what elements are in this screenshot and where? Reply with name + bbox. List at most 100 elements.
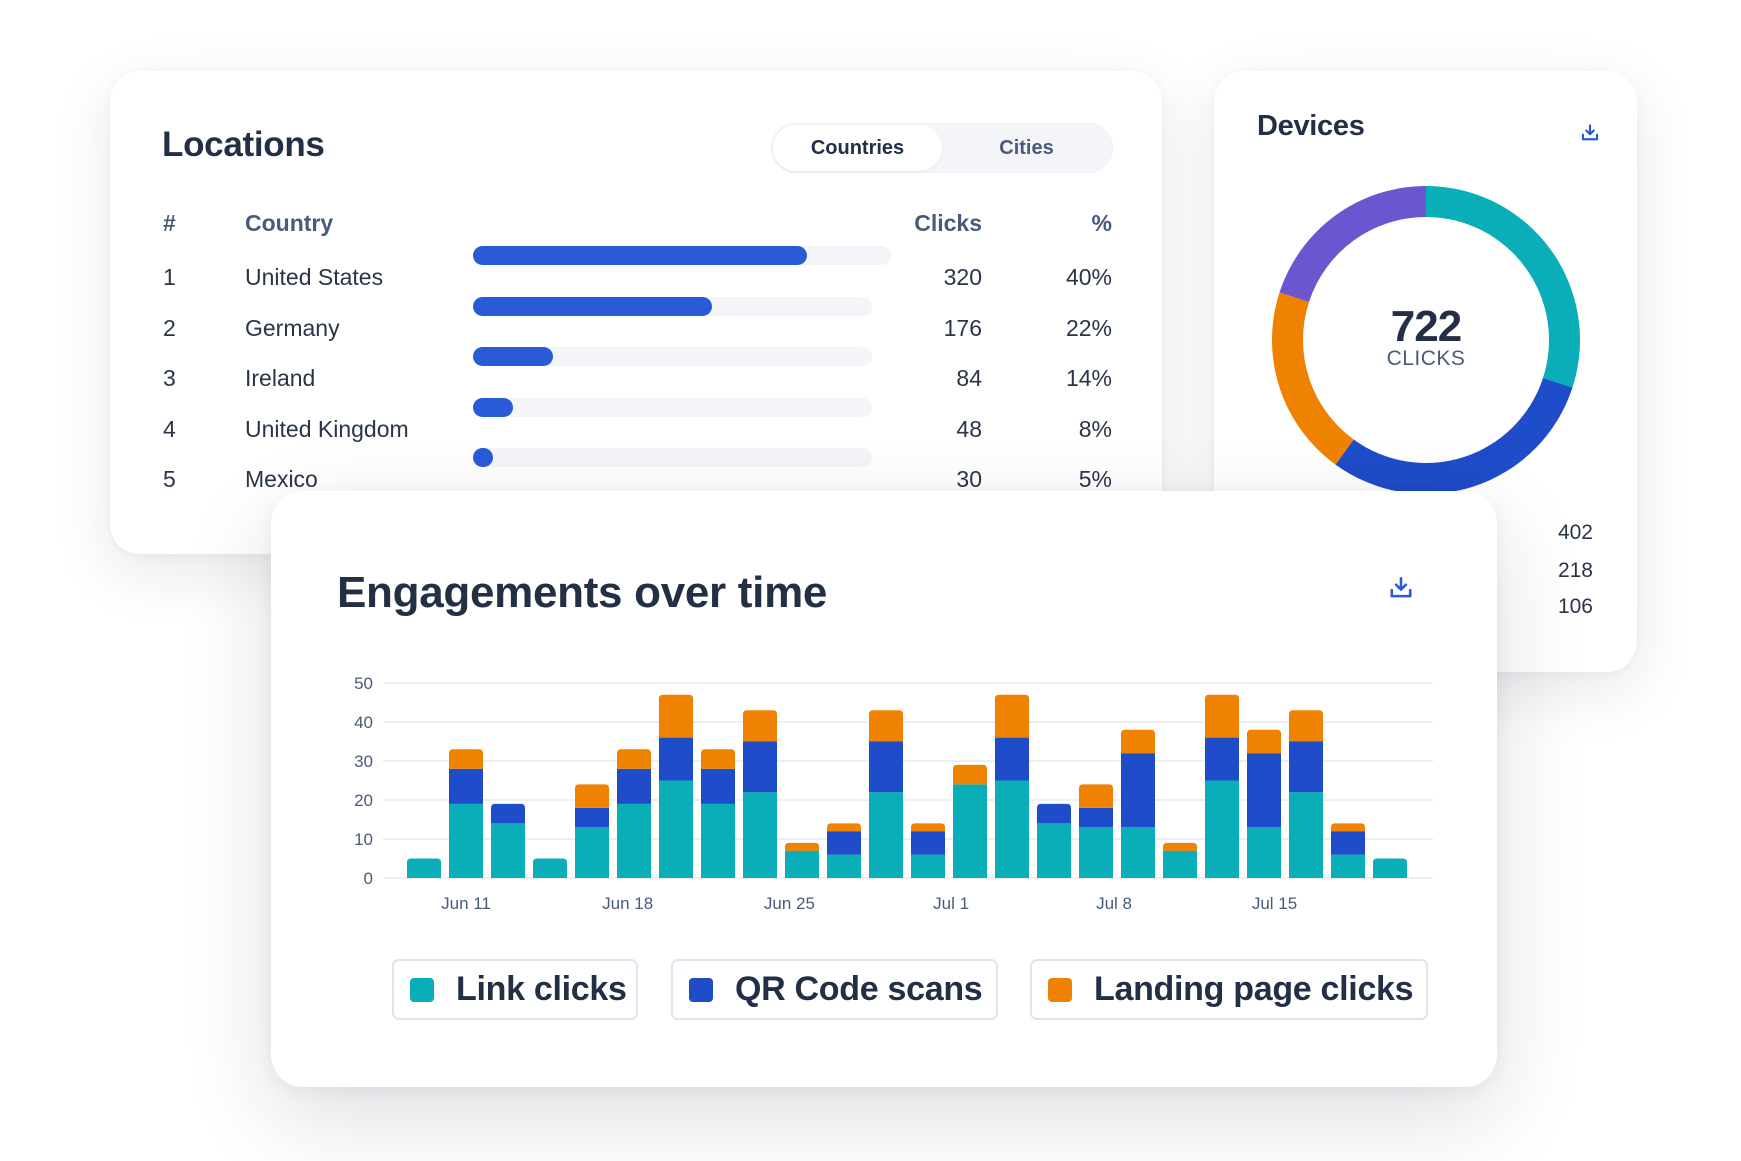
- bar-segment-qr-code-scans: [1205, 737, 1239, 781]
- legend-item-qr-code-scans[interactable]: QR Code scans: [671, 959, 998, 1020]
- download-icon[interactable]: [1580, 123, 1600, 143]
- x-tick-label: Jun 25: [764, 894, 815, 913]
- progress-fill: [473, 347, 553, 366]
- table-row[interactable]: 2 Germany 176 22%: [110, 297, 1162, 348]
- bar-segment-landing-page-clicks: [953, 764, 987, 785]
- bar-segment-landing-page-clicks: [1247, 729, 1281, 754]
- bar-segment-landing-page-clicks: [869, 710, 903, 742]
- legend-swatch-qr-code-scans: [689, 977, 713, 1002]
- column-header-country[interactable]: Country: [245, 209, 333, 237]
- legend-item-landing-page-clicks[interactable]: Landing page clicks: [1030, 959, 1428, 1020]
- y-tick-label: 30: [354, 752, 373, 771]
- x-tick-label: Jun 11: [441, 894, 491, 913]
- bar-segment-landing-page-clicks: [785, 842, 819, 851]
- bar-segment-qr-code-scans: [659, 737, 693, 781]
- bar-segment-link-clicks: [1331, 854, 1365, 878]
- progress-track: [473, 398, 872, 417]
- row-percent: 22%: [1065, 315, 1112, 341]
- donut-total-value: 722: [1390, 302, 1462, 351]
- legend-swatch-link-clicks: [410, 977, 434, 1002]
- legend-label: Link clicks: [456, 970, 627, 1008]
- bar-segment-link-clicks: [995, 780, 1029, 878]
- bar-segment-link-clicks: [1163, 850, 1197, 878]
- donut-slice-4: [1279, 186, 1426, 302]
- bar-segment-qr-code-scans: [1037, 803, 1071, 824]
- bar-segment-landing-page-clicks: [1121, 729, 1155, 754]
- row-rank: 3: [163, 365, 176, 391]
- bar-segment-link-clicks: [953, 784, 987, 878]
- bar-segment-landing-page-clicks: [659, 694, 693, 738]
- column-header-clicks[interactable]: Clicks: [914, 209, 982, 237]
- row-rank: 4: [163, 416, 176, 442]
- legend-label: Landing page clicks: [1094, 970, 1414, 1008]
- row-country: United States: [245, 264, 384, 290]
- table-row[interactable]: 4 United Kingdom 48 8%: [110, 398, 1162, 449]
- engagements-card: 0 10 20 30 40 50 Jun 11 Jun 18 Jun 25 Jul 1 Jul 8 J…: [271, 491, 1497, 1087]
- bar-segment-qr-code-scans: [617, 768, 651, 804]
- row-country: Mexico: [245, 466, 318, 492]
- y-tick-label: 50: [354, 674, 373, 693]
- legend-item-link-clicks[interactable]: Link clicks: [392, 959, 638, 1020]
- bar-segment-link-clicks: [785, 850, 819, 878]
- bar-segment-qr-code-scans: [743, 741, 777, 793]
- bar-segment-qr-code-scans: [1079, 807, 1113, 828]
- row-clicks: 320: [943, 264, 982, 290]
- row-percent: 40%: [1065, 264, 1112, 290]
- progress-fill: [473, 246, 808, 265]
- bar-segment-link-clicks: [491, 823, 525, 878]
- bar-segment-landing-page-clicks: [911, 823, 945, 832]
- row-country: Ireland: [245, 365, 316, 391]
- tab-countries[interactable]: Countries: [773, 125, 942, 171]
- row-clicks: 176: [943, 315, 982, 341]
- row-percent: 8%: [1078, 416, 1112, 442]
- progress-fill: [473, 297, 713, 316]
- bar-segment-link-clicks: [533, 858, 567, 878]
- x-tick-label: Jun 18: [602, 894, 653, 913]
- legend-label: QR Code scans: [735, 970, 983, 1008]
- progress-track: [473, 297, 872, 316]
- bar-segment-landing-page-clicks: [617, 749, 651, 769]
- row-clicks: 84: [956, 365, 982, 391]
- locations-toggle: Countries Cities: [771, 123, 1113, 173]
- bar-segment-link-clicks: [1121, 827, 1155, 878]
- bar-segment-qr-code-scans: [575, 807, 609, 828]
- donut-total-label: CLICKS: [1386, 347, 1466, 370]
- bar-segment-link-clicks: [1373, 858, 1407, 878]
- bar-segment-landing-page-clicks: [1331, 823, 1365, 832]
- column-header-percent[interactable]: %: [1092, 209, 1112, 237]
- progress-track: [473, 347, 872, 366]
- bar-segment-landing-page-clicks: [1079, 784, 1113, 808]
- table-row[interactable]: 1 United States 320 40%: [110, 246, 1162, 297]
- row-percent: 14%: [1065, 365, 1112, 391]
- row-rank: 1: [163, 264, 176, 290]
- device-value: 402: [1557, 521, 1593, 544]
- bar-segment-landing-page-clicks: [743, 710, 777, 742]
- download-icon[interactable]: [1388, 575, 1414, 601]
- bar-segment-link-clicks: [1289, 792, 1323, 878]
- table-row[interactable]: 3 Ireland 84 14%: [110, 347, 1162, 398]
- bar-segment-qr-code-scans: [701, 768, 735, 804]
- device-value: 106: [1557, 595, 1593, 618]
- bar-segment-link-clicks: [743, 792, 777, 878]
- bar-segment-link-clicks: [701, 803, 735, 878]
- bar-segment-qr-code-scans: [1331, 831, 1365, 855]
- progress-track: [473, 448, 872, 467]
- bar-segment-landing-page-clicks: [1289, 710, 1323, 742]
- progress-fill: [473, 448, 493, 467]
- bar-segment-landing-page-clicks: [1163, 842, 1197, 851]
- tab-cities[interactable]: Cities: [942, 125, 1111, 171]
- row-clicks: 48: [956, 416, 982, 442]
- bar-segment-qr-code-scans: [827, 831, 861, 855]
- bar-segment-landing-page-clicks: [1205, 694, 1239, 738]
- locations-title: Locations: [162, 125, 325, 164]
- bar-segment-link-clicks: [449, 803, 483, 878]
- row-rank: 5: [163, 466, 176, 492]
- x-tick-label: Jul 15: [1252, 894, 1297, 913]
- bar-segment-qr-code-scans: [1247, 753, 1281, 828]
- locations-card: Locations Countries Cities # Country Cli…: [110, 71, 1162, 554]
- x-tick-label: Jul 8: [1096, 894, 1132, 913]
- bar-segment-landing-page-clicks: [701, 749, 735, 769]
- bar-segment-landing-page-clicks: [449, 749, 483, 769]
- bar-segment-link-clicks: [1247, 827, 1281, 878]
- bar-segment-qr-code-scans: [995, 737, 1029, 781]
